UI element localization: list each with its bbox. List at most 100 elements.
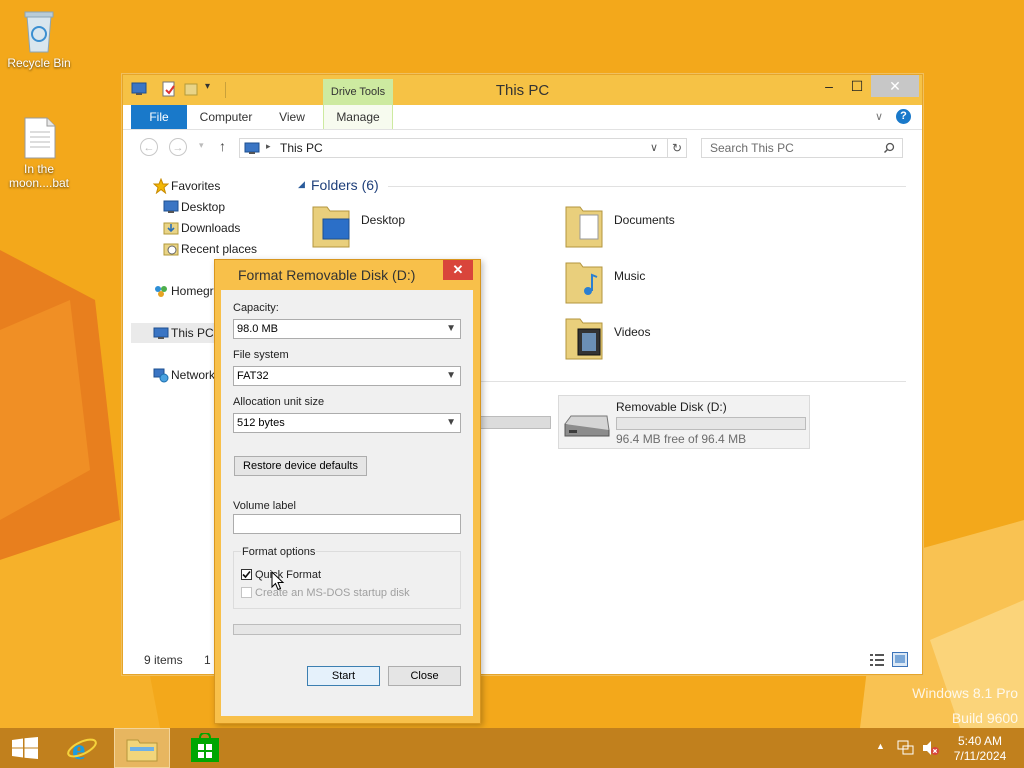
nav-item-recent-places[interactable]: Recent places: [163, 242, 258, 256]
folder-documents-label: Documents: [614, 213, 675, 227]
nav-this-pc-label: This PC: [171, 326, 214, 340]
close-button[interactable]: ✕: [871, 75, 919, 97]
search-input[interactable]: Search This PC: [701, 138, 903, 158]
chevron-down-icon: ▼: [446, 417, 456, 428]
clock-date: 7/11/2024: [953, 749, 1007, 763]
back-button[interactable]: ←: [140, 138, 158, 156]
capacity-select[interactable]: 98.0 MB ▼: [233, 319, 461, 339]
ribbon-tabs: File Computer View Manage ∨ ?: [123, 105, 922, 130]
removable-drive-icon: [564, 415, 610, 437]
devices-header-divider: [475, 381, 906, 382]
folder-videos[interactable]: Videos: [564, 313, 650, 366]
file-system-select[interactable]: FAT32 ▼: [233, 366, 461, 386]
nav-item-downloads-label: Downloads: [181, 221, 241, 235]
folder-music[interactable]: Music: [564, 257, 645, 310]
help-icon[interactable]: ?: [896, 109, 911, 124]
music-folder-icon: [565, 262, 603, 304]
start-menu-button[interactable]: [0, 728, 50, 768]
allocation-unit-select[interactable]: 512 bytes ▼: [233, 413, 461, 433]
text-file-icon: [24, 117, 56, 159]
removable-disk-usage-bar: [616, 417, 806, 430]
recycle-bin-desktop-icon[interactable]: Recycle Bin: [1, 6, 77, 70]
allocation-unit-label: Allocation unit size: [233, 396, 325, 408]
local-disk-usage-bar: [475, 416, 551, 429]
tab-computer[interactable]: Computer: [191, 105, 261, 129]
internet-explorer-icon: e: [67, 733, 97, 763]
windows-build-watermark: Build 9600: [951, 710, 1018, 726]
chevron-down-icon: ▼: [446, 323, 456, 334]
minimize-button[interactable]: –: [815, 75, 843, 97]
store-icon: [191, 733, 219, 762]
volume-muted-icon[interactable]: [922, 740, 940, 756]
address-dropdown-icon[interactable]: ∨: [650, 141, 658, 154]
dialog-close-button[interactable]: ✕: [443, 260, 473, 280]
file-system-label: File system: [233, 349, 289, 361]
videos-folder-icon: [565, 318, 603, 360]
network-tray-icon[interactable]: [897, 740, 915, 756]
collapse-folders-icon[interactable]: ◢: [298, 179, 305, 190]
refresh-button[interactable]: ↻: [667, 138, 687, 158]
mouse-cursor-icon: [271, 571, 285, 591]
folder-documents[interactable]: Documents: [564, 201, 675, 254]
format-progress-bar: [233, 624, 461, 635]
dialog-body: Capacity: 98.0 MB ▼ File system FAT32 ▼ …: [221, 290, 473, 716]
large-icons-view-icon[interactable]: [892, 652, 908, 667]
folders-header[interactable]: Folders (6): [311, 177, 379, 193]
msdos-startup-checkbox[interactable]: [241, 587, 252, 598]
folder-videos-label: Videos: [614, 325, 651, 339]
folder-desktop[interactable]: Desktop: [311, 201, 405, 254]
taskbar-internet-explorer[interactable]: e: [58, 728, 104, 768]
removable-disk-tile[interactable]: Removable Disk (D:) 96.4 MB free of 96.4…: [558, 395, 810, 449]
recycle-bin-icon: [24, 11, 54, 53]
format-dialog: Format Removable Disk (D:) ✕ Capacity: 9…: [214, 259, 481, 724]
folder-desktop-label: Desktop: [361, 213, 406, 227]
file-system-value: FAT32: [237, 370, 269, 382]
recent-locations-icon[interactable]: ▾: [199, 140, 204, 151]
start-button[interactable]: Start: [307, 666, 380, 686]
desktop-icon: [163, 200, 179, 213]
address-text: This PC: [280, 141, 323, 155]
nav-favorites[interactable]: Favorites: [153, 178, 220, 194]
window-title: This PC: [495, 82, 550, 99]
maximize-button[interactable]: ☐: [843, 75, 871, 97]
search-placeholder: Search This PC: [710, 141, 794, 155]
details-view-icon[interactable]: [869, 653, 885, 667]
forward-button[interactable]: →: [169, 138, 187, 156]
breadcrumb-separator-icon[interactable]: ▸: [266, 141, 271, 152]
capacity-value: 98.0 MB: [237, 323, 278, 335]
expand-ribbon-icon[interactable]: ∨: [875, 110, 883, 123]
windows-edition-watermark: Windows 8.1 Pro: [912, 685, 1018, 701]
up-button[interactable]: ↑: [219, 138, 226, 154]
restore-defaults-button[interactable]: Restore device defaults: [234, 456, 367, 476]
taskbar-file-explorer[interactable]: [114, 728, 170, 768]
nav-item-desktop-label: Desktop: [181, 200, 226, 214]
folder-music-label: Music: [614, 269, 646, 283]
tab-file[interactable]: File: [131, 105, 187, 129]
format-options-label: Format options: [241, 546, 317, 558]
chevron-down-icon: ▼: [446, 370, 456, 381]
file-explorer-icon: [126, 739, 158, 762]
title-bar[interactable]: ▾ Drive Tools This PC – ☐ ✕: [123, 75, 922, 105]
tab-manage[interactable]: Manage: [323, 105, 393, 129]
downloads-icon: [163, 222, 179, 235]
batch-file-desktop-icon[interactable]: In the moon....bat: [1, 116, 77, 190]
nav-item-recent-places-label: Recent places: [181, 242, 258, 256]
volume-label-input[interactable]: [233, 514, 461, 534]
address-bar[interactable]: ▸ This PC ∨: [239, 138, 687, 158]
nav-item-desktop[interactable]: Desktop: [163, 200, 226, 214]
dialog-close-action-button[interactable]: Close: [388, 666, 461, 686]
folders-header-divider: [388, 186, 906, 187]
removable-disk-free-space: 96.4 MB free of 96.4 MB: [616, 432, 747, 446]
documents-folder-icon: [565, 206, 603, 248]
tab-view[interactable]: View: [261, 105, 323, 129]
quick-format-checkbox[interactable]: [241, 569, 252, 580]
nav-network[interactable]: Network: [153, 368, 215, 383]
system-clock[interactable]: 5:40 AM 7/11/2024: [952, 734, 1008, 764]
nav-this-pc[interactable]: This PC: [153, 326, 214, 340]
taskbar-store[interactable]: [184, 728, 226, 768]
this-pc-nav-icon: [153, 327, 169, 339]
nav-item-downloads[interactable]: Downloads: [163, 221, 241, 235]
show-hidden-icons-icon[interactable]: ▲: [876, 741, 885, 751]
quick-format-label[interactable]: Quick Format: [255, 569, 321, 581]
nav-homegroup[interactable]: Homegr: [155, 284, 214, 298]
